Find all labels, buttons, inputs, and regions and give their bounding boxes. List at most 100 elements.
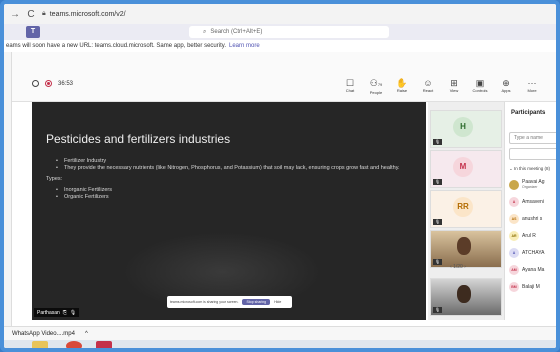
tool-raise[interactable]: ✋ Raise bbox=[392, 78, 412, 95]
participant-tile[interactable]: H 🎙︎ bbox=[430, 110, 502, 148]
pager-next-icon[interactable]: › bbox=[464, 264, 466, 270]
slide-bullet: Fertilizer Industry bbox=[46, 158, 416, 165]
tool-label: Apps bbox=[501, 88, 511, 93]
tool-controls[interactable]: ▣ Controls bbox=[470, 78, 490, 95]
tool-label: Controls bbox=[472, 88, 488, 93]
folder-icon[interactable] bbox=[32, 341, 48, 348]
slide-type-item: Organic Fertilizers bbox=[46, 194, 416, 201]
avatar: AS bbox=[509, 213, 519, 224]
slide-title: Pesticides and fertilizers industries bbox=[46, 132, 231, 146]
search-input[interactable]: ⌕ Search (Ctrl+Alt+E) bbox=[189, 26, 389, 38]
participant-tile[interactable]: RR 🎙︎ bbox=[430, 190, 502, 228]
more-icon: ··· bbox=[527, 78, 537, 88]
participant-role: Organizer bbox=[522, 184, 538, 189]
controls-icon: ▣ bbox=[475, 78, 485, 88]
avatar: M bbox=[453, 157, 473, 177]
list-item[interactable]: A Amsaveni bbox=[509, 193, 556, 210]
participants-panel: Participants Type a name ⌄ In this meeti… bbox=[504, 102, 556, 320]
avatar: AR bbox=[509, 230, 519, 241]
tool-label: View bbox=[449, 88, 459, 93]
lock-icon: 🔒︎ bbox=[42, 10, 46, 17]
teams-logo-icon: T bbox=[26, 26, 40, 38]
tool-more[interactable]: ··· More bbox=[522, 78, 542, 95]
share-toast-text: teams.microsoft.com is sharing your scre… bbox=[170, 300, 239, 304]
participant-name: Arul R bbox=[522, 232, 536, 239]
download-item[interactable]: WhatsApp Video....mp4 bbox=[12, 331, 75, 337]
list-item[interactable]: A ATCHAYA bbox=[509, 244, 556, 261]
shared-screen-stage: Pesticides and fertilizers industries Fe… bbox=[32, 102, 426, 320]
avatar: RR bbox=[453, 197, 473, 217]
address-bar[interactable]: 🔒︎ teams.microsoft.com/v2/ bbox=[42, 10, 126, 18]
left-app-rail bbox=[4, 52, 12, 327]
participant-name: ATCHAYA bbox=[522, 249, 545, 256]
view-icon: ⊞ bbox=[450, 78, 458, 88]
status-circle-icon bbox=[32, 80, 39, 87]
slide-body: Fertilizer Industry They provide the nec… bbox=[46, 158, 416, 201]
participant-tiles: H 🎙︎ M 🎙︎ RR 🎙︎ 🎙︎ ‹ 1/20 › 🎙︎ bbox=[428, 102, 504, 320]
participant-name: anushri s bbox=[522, 215, 543, 222]
types-label: Types: bbox=[46, 176, 63, 182]
chrome-icon[interactable] bbox=[66, 341, 82, 348]
participant-video-tile[interactable]: 🎙︎ bbox=[430, 278, 502, 316]
learn-more-link[interactable]: Learn more bbox=[229, 43, 260, 49]
react-icon: ☺ bbox=[423, 78, 433, 88]
participant-name: Amsaveni bbox=[522, 198, 544, 205]
app-icon[interactable] bbox=[96, 341, 112, 348]
hide-button[interactable]: Hide bbox=[274, 300, 281, 304]
url-change-notice: eams will soon have a new URL: teams.clo… bbox=[4, 40, 556, 52]
meeting-timer: 36:53 bbox=[32, 80, 73, 87]
avatar: BM bbox=[509, 281, 519, 292]
tool-label: Raise bbox=[396, 88, 408, 93]
share-icon: ⎘ bbox=[62, 309, 67, 316]
mic-muted-icon: 🎙︎ bbox=[433, 179, 443, 185]
participant-name: Balaji M bbox=[522, 283, 540, 290]
slide-type-item: Inorganic Fertilizers bbox=[46, 187, 416, 194]
in-meeting-header[interactable]: ⌄ In this meeting (8) bbox=[509, 166, 550, 172]
recording-icon bbox=[45, 80, 52, 87]
avatar: AM bbox=[509, 264, 519, 275]
tile-pager[interactable]: ‹ 1/20 › bbox=[450, 264, 466, 270]
people-count: 79 bbox=[377, 82, 383, 87]
participant-tile[interactable]: M 🎙︎ bbox=[430, 150, 502, 188]
list-item[interactable]: BM Balaji M bbox=[509, 278, 556, 295]
tool-label: React bbox=[422, 88, 434, 93]
participant-video-tile[interactable]: 🎙︎ bbox=[430, 230, 502, 268]
browser-toolbar: → C 🔒︎ teams.microsoft.com/v2/ bbox=[4, 4, 556, 24]
list-item[interactable]: Paavai Ag Organizer bbox=[509, 176, 556, 193]
apps-icon: ⊕ bbox=[502, 78, 510, 88]
chevron-up-icon[interactable]: ^ bbox=[85, 331, 88, 337]
mic-muted-icon: 🎙︎ bbox=[433, 307, 443, 313]
participant-face bbox=[457, 285, 471, 303]
list-item[interactable]: AS anushri s bbox=[509, 210, 556, 227]
stop-sharing-button[interactable]: Stop sharing bbox=[242, 299, 271, 305]
participant-filter-input[interactable] bbox=[509, 148, 556, 160]
tool-apps[interactable]: ⊕ Apps bbox=[496, 78, 516, 95]
avatar: A bbox=[509, 196, 519, 207]
mic-icon: 🎙︎ bbox=[69, 309, 77, 316]
tool-label: More bbox=[527, 88, 537, 93]
tool-chat[interactable]: ☐ Chat bbox=[340, 78, 360, 95]
list-item[interactable]: AR Arul R bbox=[509, 227, 556, 244]
participant-name-block: Paavai Ag Organizer bbox=[522, 179, 545, 190]
participant-search-input[interactable]: Type a name bbox=[509, 132, 556, 144]
tool-react[interactable]: ☺ React bbox=[418, 78, 438, 95]
people-glyph: ⚇ bbox=[369, 78, 378, 88]
list-item[interactable]: AM Ayana Ma bbox=[509, 261, 556, 278]
meeting-toolbar: 36:53 ☐ Chat ⚇79 People ✋ Raise ☺ React … bbox=[12, 52, 556, 102]
participant-name: Ayana Ma bbox=[522, 266, 545, 273]
presenter-name-tag: Parthasan ⎘ 🎙︎ bbox=[34, 308, 80, 317]
back-button[interactable]: → bbox=[10, 9, 20, 20]
pager-prev-icon[interactable]: ‹ bbox=[450, 264, 452, 270]
participant-face bbox=[457, 237, 471, 255]
tool-label: Chat bbox=[345, 88, 355, 93]
slide-bullet: They provide the necessary nutrients (li… bbox=[46, 165, 416, 172]
reload-button[interactable]: C bbox=[26, 9, 36, 20]
avatar: H bbox=[453, 117, 473, 137]
chat-icon: ☐ bbox=[345, 78, 355, 88]
tool-people[interactable]: ⚇79 People bbox=[366, 78, 386, 95]
avatar: A bbox=[509, 247, 519, 258]
avatar bbox=[509, 179, 519, 190]
url-text: teams.microsoft.com/v2/ bbox=[49, 10, 126, 18]
teams-top-bar: T ⌕ Search (Ctrl+Alt+E) bbox=[4, 24, 556, 40]
tool-view[interactable]: ⊞ View bbox=[444, 78, 464, 95]
